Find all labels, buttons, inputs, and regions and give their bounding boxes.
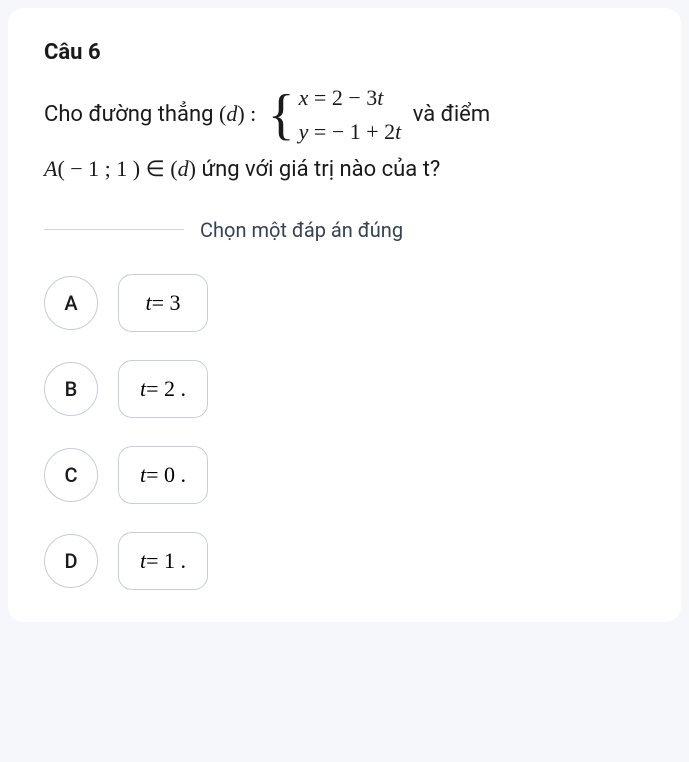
eq2-t: t <box>395 119 401 144</box>
eq1-rhs: = 2 − 3 <box>308 85 377 110</box>
divider-line <box>44 229 184 230</box>
opt-val: = 2 . <box>146 376 186 402</box>
option-letter: C <box>44 448 98 502</box>
equation-stack: x = 2 − 3t y = − 1 + 2t <box>299 81 402 149</box>
question-card: Câu 6 Cho đường thẳng (d) : { x = 2 − 3t… <box>8 8 681 622</box>
eq2-rhs: = − 1 + 2 <box>308 119 395 144</box>
option-value: t = 0 . <box>118 446 208 504</box>
option-value: t = 2 . <box>118 360 208 418</box>
point-coords: ( − 1 ; 1 ) ∈ ( <box>57 156 177 181</box>
eq1-lhs: x <box>299 85 309 110</box>
instruction-text: Chọn một đáp án đúng <box>184 218 419 242</box>
eq2-lhs: y <box>299 119 309 144</box>
option-b[interactable]: B t = 2 . <box>44 360 645 418</box>
opt-val: = 1 . <box>146 548 186 574</box>
question-tail: ứng với giá trị nào của t? <box>201 157 440 182</box>
option-letter: B <box>44 362 98 416</box>
system-of-equations: { x = 2 − 3t y = − 1 + 2t <box>268 81 402 149</box>
option-c[interactable]: C t = 0 . <box>44 446 645 504</box>
question-prefix: Cho đường thẳng <box>44 102 219 127</box>
question-body: Cho đường thẳng (d) : { x = 2 − 3t y = −… <box>44 81 645 190</box>
point-close: ) <box>189 156 202 181</box>
line-paren-close: ) : <box>237 101 261 126</box>
left-brace-icon: { <box>268 87 295 143</box>
question-title: Câu 6 <box>44 40 645 65</box>
opt-val: = 3 <box>152 290 181 316</box>
option-letter: A <box>44 276 98 330</box>
eq1-t: t <box>377 85 383 110</box>
opt-val: = 0 . <box>146 462 186 488</box>
option-a[interactable]: A t = 3 <box>44 274 645 332</box>
instruction-row: Chọn một đáp án đúng <box>44 218 645 242</box>
point-A: A <box>44 156 57 181</box>
options-list: A t = 3 B t = 2 . C t = 0 . D t = 1 . <box>44 274 645 590</box>
point-d: d <box>178 156 189 181</box>
option-value: t = 3 <box>118 274 208 332</box>
line-var-d: d <box>226 101 237 126</box>
option-letter: D <box>44 534 98 588</box>
equation-2: y = − 1 + 2t <box>299 115 402 149</box>
option-d[interactable]: D t = 1 . <box>44 532 645 590</box>
option-value: t = 1 . <box>118 532 208 590</box>
question-suffix: và điểm <box>413 102 490 127</box>
equation-1: x = 2 − 3t <box>299 81 402 115</box>
